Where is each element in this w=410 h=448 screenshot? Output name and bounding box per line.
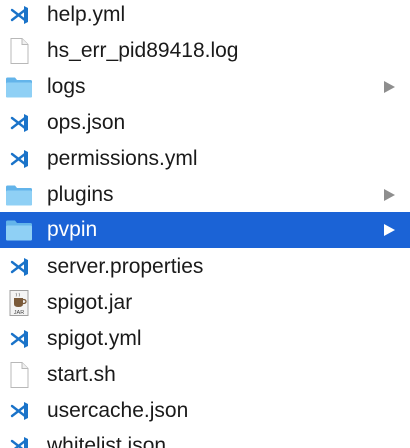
list-item-selected[interactable]: pvpin bbox=[0, 212, 410, 248]
folder-name: logs bbox=[47, 75, 86, 98]
list-item[interactable]: server.properties bbox=[0, 249, 410, 285]
file-name: start.sh bbox=[47, 363, 116, 386]
file-name: ops.json bbox=[47, 111, 126, 134]
vscode-file-icon bbox=[10, 402, 28, 420]
list-item[interactable]: help.yml bbox=[0, 0, 410, 33]
folder-name: pvpin bbox=[47, 218, 98, 241]
file-name: whitelist.json bbox=[47, 434, 167, 448]
file-name: help.yml bbox=[47, 3, 126, 26]
blank-document-icon bbox=[10, 38, 29, 64]
folder-icon bbox=[6, 220, 32, 241]
folder-icon bbox=[6, 77, 32, 98]
chevron-right-icon[interactable] bbox=[382, 188, 396, 202]
list-item[interactable]: spigot.yml bbox=[0, 321, 410, 357]
list-item[interactable]: hs_err_pid89418.log bbox=[0, 33, 410, 69]
list-item[interactable]: ops.json bbox=[0, 105, 410, 141]
folder-icon bbox=[6, 185, 32, 206]
file-name: server.properties bbox=[47, 255, 204, 278]
folder-name: plugins bbox=[47, 183, 114, 206]
list-item[interactable]: start.sh bbox=[0, 357, 410, 393]
vscode-file-icon bbox=[10, 258, 28, 276]
vscode-file-icon bbox=[10, 437, 28, 448]
list-item[interactable]: plugins bbox=[0, 177, 410, 213]
file-name: usercache.json bbox=[47, 399, 189, 422]
list-item[interactable]: whitelist.json bbox=[0, 428, 410, 448]
list-item[interactable]: usercache.json bbox=[0, 393, 410, 429]
file-list: help.yml hs_err_pid89418.log logs ops.js… bbox=[0, 0, 410, 448]
vscode-file-icon bbox=[10, 114, 28, 132]
list-item[interactable]: logs bbox=[0, 69, 410, 105]
file-name: spigot.yml bbox=[47, 327, 142, 350]
file-name: spigot.jar bbox=[47, 291, 133, 314]
list-item[interactable]: permissions.yml bbox=[0, 141, 410, 177]
vscode-file-icon bbox=[10, 6, 28, 24]
chevron-right-icon[interactable] bbox=[382, 223, 396, 237]
file-name: hs_err_pid89418.log bbox=[47, 39, 239, 62]
jar-icon-label: JAR bbox=[14, 310, 24, 316]
file-name: permissions.yml bbox=[47, 147, 198, 170]
blank-document-icon bbox=[10, 362, 29, 388]
chevron-right-icon[interactable] bbox=[382, 80, 396, 94]
vscode-file-icon bbox=[10, 150, 28, 168]
vscode-file-icon bbox=[10, 330, 28, 348]
jar-file-icon: JAR bbox=[9, 290, 29, 316]
list-item[interactable]: JAR spigot.jar bbox=[0, 285, 410, 321]
